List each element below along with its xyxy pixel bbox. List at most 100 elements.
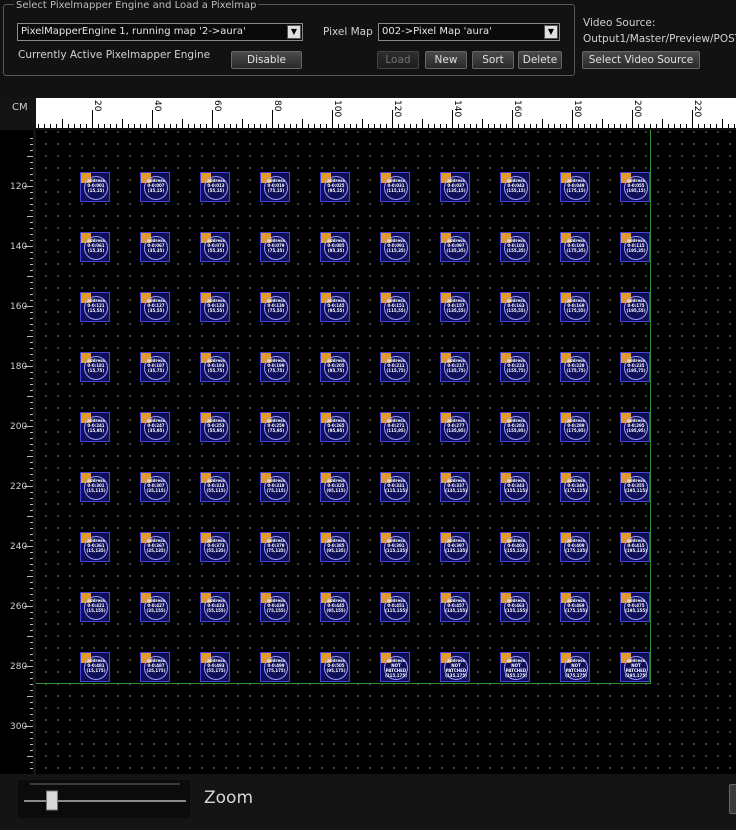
- zoom-slider-thumb[interactable]: [46, 790, 58, 811]
- pixel-fixture[interactable]: address 0-0:421 (15,155): [80, 592, 110, 622]
- pixel-fixture[interactable]: address 0-0:481 (15,175): [80, 652, 110, 682]
- pixel-fixture[interactable]: address NOT PATCHED (135,175): [440, 652, 470, 682]
- pixel-fixture[interactable]: address 0-0:361 (15,135): [80, 532, 110, 562]
- pixel-fixture[interactable]: address 0-0:463 (155,155): [500, 592, 530, 622]
- pixel-fixture[interactable]: address 0-0:025 (95,15): [320, 172, 350, 202]
- pixel-fixture[interactable]: address 0-0:343 (155,115): [500, 472, 530, 502]
- pixel-fixture[interactable]: address 0-0:355 (195,115): [620, 472, 650, 502]
- pixel-fixture[interactable]: address 0-0:427 (35,155): [140, 592, 170, 622]
- pixel-fixture[interactable]: address 0-0:487 (35,175): [140, 652, 170, 682]
- pixel-fixture[interactable]: address 0-0:223 (155,75): [500, 352, 530, 382]
- pixel-fixture[interactable]: address 0-0:115 (195,35): [620, 232, 650, 262]
- pixel-fixture[interactable]: address 0-0:175 (195,55): [620, 292, 650, 322]
- pixel-fixture[interactable]: address 0-0:019 (75,15): [260, 172, 290, 202]
- pixel-fixture[interactable]: address 0-0:373 (55,135): [200, 532, 230, 562]
- pixel-fixture[interactable]: address 0-0:007 (35,15): [140, 172, 170, 202]
- pixel-fixture[interactable]: address 0-0:283 (155,95): [500, 412, 530, 442]
- pixel-fixture[interactable]: address NOT PATCHED (195,175): [620, 652, 650, 682]
- pixel-fixture[interactable]: address 0-0:181 (15,75): [80, 352, 110, 382]
- pixel-fixture[interactable]: address 0-0:493 (55,175): [200, 652, 230, 682]
- pixel-fixture[interactable]: address 0-0:145 (95,55): [320, 292, 350, 322]
- pixel-fixture[interactable]: address 0-0:073 (55,35): [200, 232, 230, 262]
- pixel-fixture[interactable]: address 0-0:337 (135,115): [440, 472, 470, 502]
- pixel-fixture[interactable]: address 0-0:139 (75,55): [260, 292, 290, 322]
- pixel-fixture[interactable]: address 0-0:001 (15,15): [80, 172, 110, 202]
- new-button[interactable]: New: [425, 51, 467, 69]
- pixel-fixture[interactable]: address 0-0:217 (135,75): [440, 352, 470, 382]
- pixel-fixture[interactable]: address 0-0:247 (35,95): [140, 412, 170, 442]
- pixel-fixture[interactable]: address NOT PATCHED (175,175): [560, 652, 590, 682]
- pixel-fixture[interactable]: address 0-0:253 (55,95): [200, 412, 230, 442]
- pixel-fixture[interactable]: address 0-0:289 (175,95): [560, 412, 590, 442]
- pixel-fixture[interactable]: address 0-0:331 (115,115): [380, 472, 410, 502]
- pixel-fixture[interactable]: address NOT PATCHED (115,175): [380, 652, 410, 682]
- side-panel-handle[interactable]: [729, 784, 736, 814]
- pixel-fixture[interactable]: address 0-0:301 (15,115): [80, 472, 110, 502]
- pixel-fixture[interactable]: address 0-0:187 (35,75): [140, 352, 170, 382]
- pixel-fixture[interactable]: address 0-0:469 (175,155): [560, 592, 590, 622]
- pixel-fixture[interactable]: address 0-0:295 (195,95): [620, 412, 650, 442]
- pixel-fixture[interactable]: address 0-0:379 (75,135): [260, 532, 290, 562]
- pixel-fixture[interactable]: address 0-0:451 (115,155): [380, 592, 410, 622]
- pixel-fixture[interactable]: address 0-0:169 (175,55): [560, 292, 590, 322]
- pixel-fixture[interactable]: address 0-0:157 (135,55): [440, 292, 470, 322]
- pixel-fixture[interactable]: address 0-0:061 (15,35): [80, 232, 110, 262]
- pixel-fixture[interactable]: address 0-0:433 (55,155): [200, 592, 230, 622]
- pixel-fixture[interactable]: address 0-0:235 (195,75): [620, 352, 650, 382]
- pixel-fixture[interactable]: address 0-0:103 (155,35): [500, 232, 530, 262]
- pixel-fixture[interactable]: address 0-0:127 (35,55): [140, 292, 170, 322]
- disable-button[interactable]: Disable: [231, 51, 302, 69]
- pixel-fixture[interactable]: address 0-0:397 (135,135): [440, 532, 470, 562]
- pixel-fixture[interactable]: address 0-0:133 (55,55): [200, 292, 230, 322]
- pixel-fixture[interactable]: address NOT PATCHED (155,175): [500, 652, 530, 682]
- load-button[interactable]: Load: [377, 51, 419, 69]
- chevron-down-icon[interactable]: ▼: [544, 25, 558, 39]
- pixel-fixture[interactable]: address 0-0:439 (75,155): [260, 592, 290, 622]
- pixel-fixture[interactable]: address 0-0:121 (15,55): [80, 292, 110, 322]
- pixel-fixture[interactable]: address 0-0:079 (75,35): [260, 232, 290, 262]
- pixel-fixture[interactable]: address 0-0:307 (35,115): [140, 472, 170, 502]
- pixel-fixture[interactable]: address 0-0:229 (175,75): [560, 352, 590, 382]
- pixel-fixture[interactable]: address 0-0:085 (95,35): [320, 232, 350, 262]
- pixel-fixture[interactable]: address 0-0:391 (115,135): [380, 532, 410, 562]
- pixel-fixture[interactable]: address 0-0:277 (135,95): [440, 412, 470, 442]
- pixel-fixture[interactable]: address 0-0:109 (175,35): [560, 232, 590, 262]
- pixel-fixture[interactable]: address 0-0:097 (135,35): [440, 232, 470, 262]
- pixel-fixture[interactable]: address 0-0:313 (55,115): [200, 472, 230, 502]
- chevron-down-icon[interactable]: ▼: [287, 25, 301, 39]
- pixel-fixture[interactable]: address 0-0:037 (135,15): [440, 172, 470, 202]
- pixel-fixture[interactable]: address 0-0:211 (115,75): [380, 352, 410, 382]
- select-video-source-button[interactable]: Select Video Source: [582, 51, 700, 69]
- pixel-fixture[interactable]: address 0-0:265 (95,95): [320, 412, 350, 442]
- pixel-fixture[interactable]: address 0-0:043 (155,15): [500, 172, 530, 202]
- pixel-fixture[interactable]: address 0-0:031 (115,15): [380, 172, 410, 202]
- pixel-fixture[interactable]: address 0-0:319 (75,115): [260, 472, 290, 502]
- pixel-fixture[interactable]: address 0-0:241 (15,95): [80, 412, 110, 442]
- pixel-fixture[interactable]: address 0-0:325 (95,115): [320, 472, 350, 502]
- pixel-fixture[interactable]: address 0-0:067 (35,35): [140, 232, 170, 262]
- pixel-fixture[interactable]: address 0-0:505 (95,175): [320, 652, 350, 682]
- pixel-fixture[interactable]: address 0-0:055 (195,15): [620, 172, 650, 202]
- pixel-fixture[interactable]: address 0-0:445 (95,155): [320, 592, 350, 622]
- fixture-canvas[interactable]: address 0-0:001 (15,15) address 0-0:007 (35,1…: [36, 130, 736, 774]
- sort-button[interactable]: Sort: [472, 51, 514, 69]
- pixel-fixture[interactable]: address 0-0:091 (115,35): [380, 232, 410, 262]
- pixel-fixture[interactable]: address 0-0:049 (175,15): [560, 172, 590, 202]
- pixel-fixture[interactable]: address 0-0:367 (35,135): [140, 532, 170, 562]
- pixel-fixture[interactable]: address 0-0:163 (155,55): [500, 292, 530, 322]
- pixel-fixture[interactable]: address 0-0:259 (75,95): [260, 412, 290, 442]
- pixel-fixture[interactable]: address 0-0:385 (95,135): [320, 532, 350, 562]
- pixel-fixture[interactable]: address 0-0:349 (175,115): [560, 472, 590, 502]
- pixel-fixture[interactable]: address 0-0:475 (195,155): [620, 592, 650, 622]
- pixel-map-select[interactable]: 002->Pixel Map 'aura' ▼: [378, 23, 560, 41]
- pixel-fixture[interactable]: address 0-0:457 (135,155): [440, 592, 470, 622]
- pixel-fixture[interactable]: address 0-0:151 (115,55): [380, 292, 410, 322]
- pixel-fixture[interactable]: address 0-0:013 (55,15): [200, 172, 230, 202]
- delete-button[interactable]: Delete: [518, 51, 562, 69]
- pixel-fixture[interactable]: address 0-0:415 (195,135): [620, 532, 650, 562]
- engine-select[interactable]: PixelMapperEngine 1, running map '2->aur…: [17, 23, 303, 41]
- pixel-fixture[interactable]: address 0-0:409 (175,135): [560, 532, 590, 562]
- pixel-fixture[interactable]: address 0-0:271 (115,95): [380, 412, 410, 442]
- pixel-fixture[interactable]: address 0-0:499 (75,175): [260, 652, 290, 682]
- pixel-fixture[interactable]: address 0-0:193 (55,75): [200, 352, 230, 382]
